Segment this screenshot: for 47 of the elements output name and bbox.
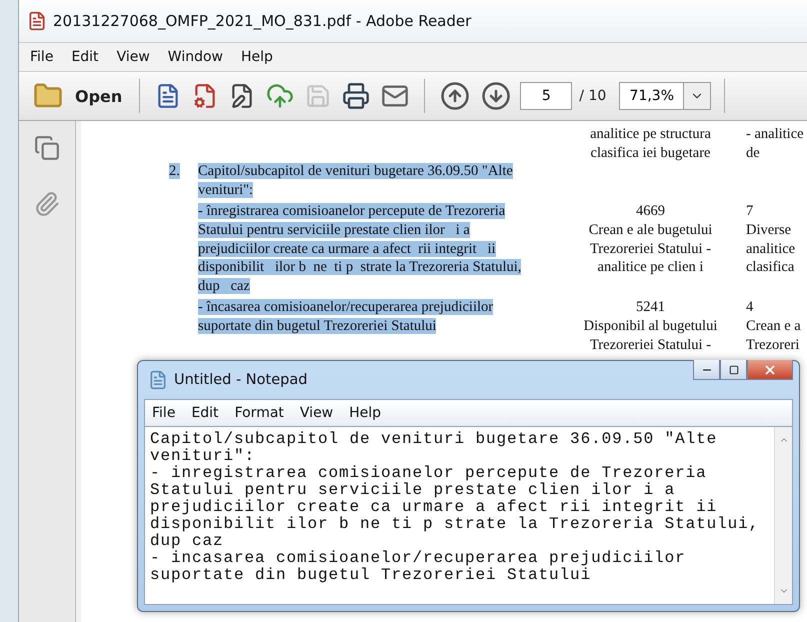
table-cell-text: 4669 bbox=[636, 202, 665, 221]
paperclip-icon[interactable] bbox=[34, 191, 60, 217]
table-cell-text: Trezoreri bbox=[746, 336, 800, 354]
menu-item[interactable]: Format bbox=[228, 405, 291, 421]
close-icon bbox=[763, 362, 777, 376]
pages-icon[interactable] bbox=[34, 135, 60, 161]
maximize-button[interactable] bbox=[720, 360, 747, 380]
close-button[interactable] bbox=[747, 360, 793, 380]
menu-item[interactable]: View bbox=[292, 405, 340, 421]
menu-item[interactable]: Window bbox=[160, 49, 230, 65]
table-cell-text: - analitice bbox=[746, 125, 805, 144]
item-number: 2. bbox=[169, 163, 180, 180]
table-cell-text: Disponibil al bugetului bbox=[584, 316, 718, 336]
page-number-field[interactable]: 5 bbox=[520, 82, 572, 110]
table-cell-text: Trezoreriei Statului - bbox=[590, 336, 712, 354]
maximize-icon bbox=[728, 364, 738, 374]
printer-icon bbox=[342, 82, 370, 110]
menu-item[interactable]: File bbox=[145, 405, 182, 421]
menu-item[interactable]: View bbox=[110, 49, 157, 65]
caret-icon[interactable] bbox=[683, 82, 712, 110]
table-cell-text: 5241 bbox=[636, 298, 665, 317]
table-cell-text: Crean e a bbox=[746, 316, 802, 336]
table-cell-text: 7 bbox=[746, 202, 754, 221]
table-cell-text: clasifica bbox=[746, 258, 796, 277]
menu-item[interactable]: Help bbox=[234, 49, 280, 65]
window-title: 20131227068_OMFP_2021_MO_831.pdf - Adobe Reader bbox=[53, 12, 472, 30]
menu-item[interactable]: Help bbox=[342, 405, 388, 421]
menu-item[interactable]: File bbox=[23, 49, 60, 65]
zoom-field[interactable]: 71,3% bbox=[619, 82, 684, 110]
cloud-upload-icon bbox=[266, 82, 294, 110]
table-cell-text: clasifica iei bugetare bbox=[590, 144, 710, 162]
save-icon bbox=[305, 83, 332, 109]
menu-item[interactable]: Edit bbox=[64, 49, 106, 65]
menu-item[interactable]: Edit bbox=[184, 405, 226, 421]
open-button[interactable]: Open bbox=[29, 79, 126, 113]
table-cell-text: Trezoreriei Statului - bbox=[590, 240, 712, 258]
table-cell-text: Diverse bbox=[746, 220, 792, 240]
page-total: / 10 bbox=[579, 88, 606, 104]
pdf-file-icon bbox=[27, 11, 47, 31]
table-cell-text: analitice bbox=[746, 240, 796, 258]
table-cell-text: de bbox=[746, 144, 761, 162]
table-cell-text: analitice pe clien i bbox=[598, 258, 704, 277]
table-cell-text: analitice pe structura bbox=[590, 125, 711, 144]
table-cell-text: 4 bbox=[746, 298, 754, 317]
notepad-icon bbox=[148, 370, 168, 390]
table-cell-text: Crean e ale bugetului bbox=[588, 220, 712, 240]
window-title: Untitled - Notepad bbox=[174, 372, 308, 388]
